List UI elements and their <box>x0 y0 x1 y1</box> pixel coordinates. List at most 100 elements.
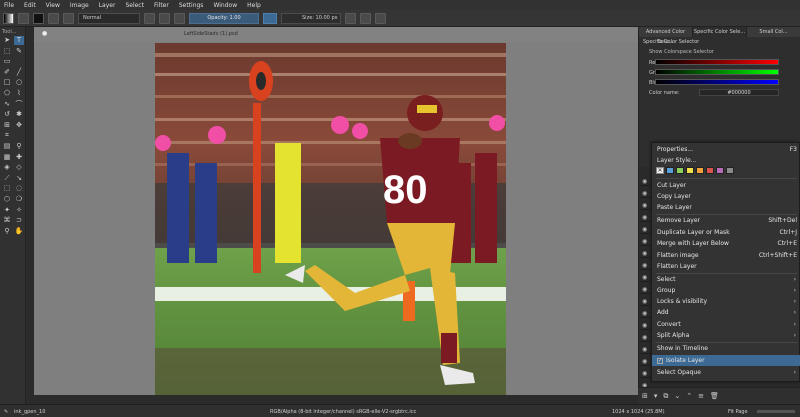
menu-item-layer-style[interactable]: Layer Style... <box>652 155 800 166</box>
visibility-eye-icon[interactable]: ◉ <box>642 178 647 185</box>
brush-tool-icon[interactable]: ✐ <box>2 68 12 77</box>
zoom-slider[interactable] <box>757 410 795 413</box>
mirror-horizontal-icon[interactable] <box>360 12 371 24</box>
menu-item-paste-layer[interactable]: Paste Layer <box>652 202 800 213</box>
visibility-eye-icon[interactable]: ◉ <box>642 286 647 293</box>
visibility-eye-icon[interactable]: ◉ <box>642 334 647 341</box>
menu-settings[interactable]: Settings <box>179 2 204 9</box>
zoom-tool-icon[interactable]: ⚲ <box>2 227 12 236</box>
gradient-tool-icon[interactable]: ▤ <box>2 142 12 151</box>
pattern-icon[interactable] <box>48 12 59 24</box>
properties-icon[interactable]: ≡ <box>698 392 704 400</box>
move-tool-icon[interactable]: ✥ <box>14 121 24 130</box>
delete-layer-icon[interactable]: 🗑 <box>710 392 719 400</box>
color-label-swatch[interactable] <box>676 167 684 174</box>
menu-view[interactable]: View <box>46 2 60 9</box>
select-shapes-icon[interactable]: ➤ <box>2 36 12 45</box>
menu-item-convert[interactable]: Convert › <box>652 319 800 330</box>
menu-filter[interactable]: Filter <box>154 2 169 9</box>
visibility-eye-icon[interactable]: ◉ <box>642 274 647 281</box>
size-slider[interactable]: Size: 10.00 px <box>281 12 341 24</box>
color-label-swatch[interactable] <box>706 167 714 174</box>
magnetic-select-icon[interactable]: ⊃ <box>14 216 24 225</box>
edit-shapes-icon[interactable]: ⬚ <box>2 47 12 56</box>
polygon-tool-icon[interactable]: ⬠ <box>2 89 12 98</box>
mirror-vertical-icon[interactable] <box>375 12 386 24</box>
polyline-tool-icon[interactable]: ⌇ <box>14 89 24 98</box>
ellipse-tool-icon[interactable]: ○ <box>14 78 24 87</box>
move-up-icon[interactable]: ⌃ <box>686 392 692 400</box>
document-tab-close-icon[interactable]: ● <box>42 30 47 37</box>
visibility-eye-icon[interactable]: ◉ <box>642 358 647 365</box>
menu-item-flatten-layer[interactable]: Flatten Layer <box>652 261 800 272</box>
dynamic-brush-icon[interactable]: ↺ <box>2 110 12 119</box>
color-label-swatch[interactable] <box>666 167 674 174</box>
visibility-eye-icon[interactable]: ◉ <box>642 226 647 233</box>
visibility-eye-icon[interactable]: ◉ <box>642 310 647 317</box>
foreground-color-swatch[interactable] <box>33 12 44 24</box>
eraser-icon[interactable] <box>144 12 155 24</box>
no-color-label-swatch[interactable]: ✕ <box>656 167 664 174</box>
color-label-swatch[interactable] <box>716 167 724 174</box>
tab-advanced-color-selector[interactable]: Advanced Color Sele... <box>639 27 693 45</box>
menu-item-show-in-timeline[interactable]: Show in Timeline <box>652 343 800 354</box>
menu-layer[interactable]: Layer <box>99 2 116 9</box>
opacity-slider[interactable]: Opacity: 1.00 <box>189 12 259 24</box>
visibility-eye-icon[interactable]: ◉ <box>642 238 647 245</box>
brush-preset-name[interactable]: ink_gpen_10 <box>14 409 45 415</box>
smart-patch-icon[interactable]: ✚ <box>14 153 24 162</box>
add-layer-icon[interactable]: ⊞ <box>642 392 648 400</box>
menu-item-properties[interactable]: Properties... F3 <box>652 144 800 155</box>
canvas-area[interactable]: ● LeftSideStadv (1).psd 80 <box>34 27 638 395</box>
fill-icon[interactable] <box>63 12 74 24</box>
blend-mode-select[interactable]: Normal <box>78 12 140 24</box>
ellipse-select-icon[interactable]: ◌ <box>14 184 24 193</box>
move-down-icon[interactable]: ⌄ <box>674 392 680 400</box>
visibility-eye-icon[interactable]: ◉ <box>642 322 647 329</box>
menu-edit[interactable]: Edit <box>24 2 36 9</box>
duplicate-layer-icon[interactable]: ⧉ <box>663 392 668 401</box>
transform-tool-icon[interactable]: ⊞ <box>2 121 12 130</box>
color-picker-icon[interactable]: ⚲ <box>14 142 24 151</box>
menu-item-select[interactable]: Select › <box>652 274 800 285</box>
color-label-swatch[interactable] <box>696 167 704 174</box>
menu-image[interactable]: Image <box>70 2 89 9</box>
bezier-select-icon[interactable]: ⌘ <box>2 216 12 225</box>
menu-item-split-alpha[interactable]: Split Alpha › <box>652 330 800 341</box>
menu-item-merge-layer-below[interactable]: Merge with Layer Below Ctrl+E <box>652 238 800 249</box>
menu-item-add[interactable]: Add › <box>652 307 800 318</box>
rect-select-icon[interactable]: ⬚ <box>2 184 12 193</box>
color-name-input[interactable]: #000000 <box>699 89 779 96</box>
menu-item-copy-layer[interactable]: Copy Layer <box>652 191 800 202</box>
tab-small-color-selector[interactable]: Small Col... <box>747 27 800 37</box>
preserve-alpha-icon[interactable] <box>159 12 170 24</box>
pan-tool-icon[interactable]: ✋ <box>14 227 24 236</box>
measure-tool-icon[interactable]: ↘ <box>14 174 24 183</box>
assistant-tool-icon[interactable]: ⟋ <box>2 174 12 183</box>
menu-select[interactable]: Select <box>125 2 144 9</box>
canvas-image[interactable]: 80 <box>155 43 506 395</box>
menu-item-locks-visibility[interactable]: Locks & visibility › <box>652 296 800 307</box>
fill-tool-icon[interactable]: ◈ <box>2 163 12 172</box>
pressure-icon[interactable] <box>174 12 185 24</box>
contiguous-select-icon[interactable]: ✦ <box>2 206 12 215</box>
opacity-lock-button[interactable] <box>263 12 277 24</box>
green-channel-slider[interactable] <box>655 69 779 75</box>
red-channel-slider[interactable] <box>655 59 779 65</box>
line-tool-icon[interactable]: ╱ <box>14 68 24 77</box>
document-title[interactable]: LeftSideStadv (1).psd <box>184 31 238 37</box>
menu-item-cut-layer[interactable]: Cut Layer <box>652 180 800 191</box>
menu-window[interactable]: Window <box>213 2 237 9</box>
color-label-swatch[interactable] <box>726 167 734 174</box>
rect-icon[interactable]: ▭ <box>2 57 12 66</box>
show-colorspace-selector-checkbox[interactable]: Show Colorspace Selector <box>649 49 714 55</box>
enclose-fill-icon[interactable]: ◇ <box>14 163 24 172</box>
menu-help[interactable]: Help <box>247 2 261 9</box>
tab-specific-color-selector[interactable]: Specific Color Sele... <box>693 27 747 37</box>
visibility-eye-icon[interactable]: ◉ <box>642 202 647 209</box>
visibility-eye-icon[interactable]: ◉ <box>642 262 647 269</box>
brush-preset-icon[interactable] <box>18 12 29 24</box>
menu-item-group[interactable]: Group › <box>652 285 800 296</box>
menu-item-select-opaque[interactable]: Select Opaque › <box>652 367 800 378</box>
visibility-eye-icon[interactable]: ◉ <box>642 370 647 377</box>
